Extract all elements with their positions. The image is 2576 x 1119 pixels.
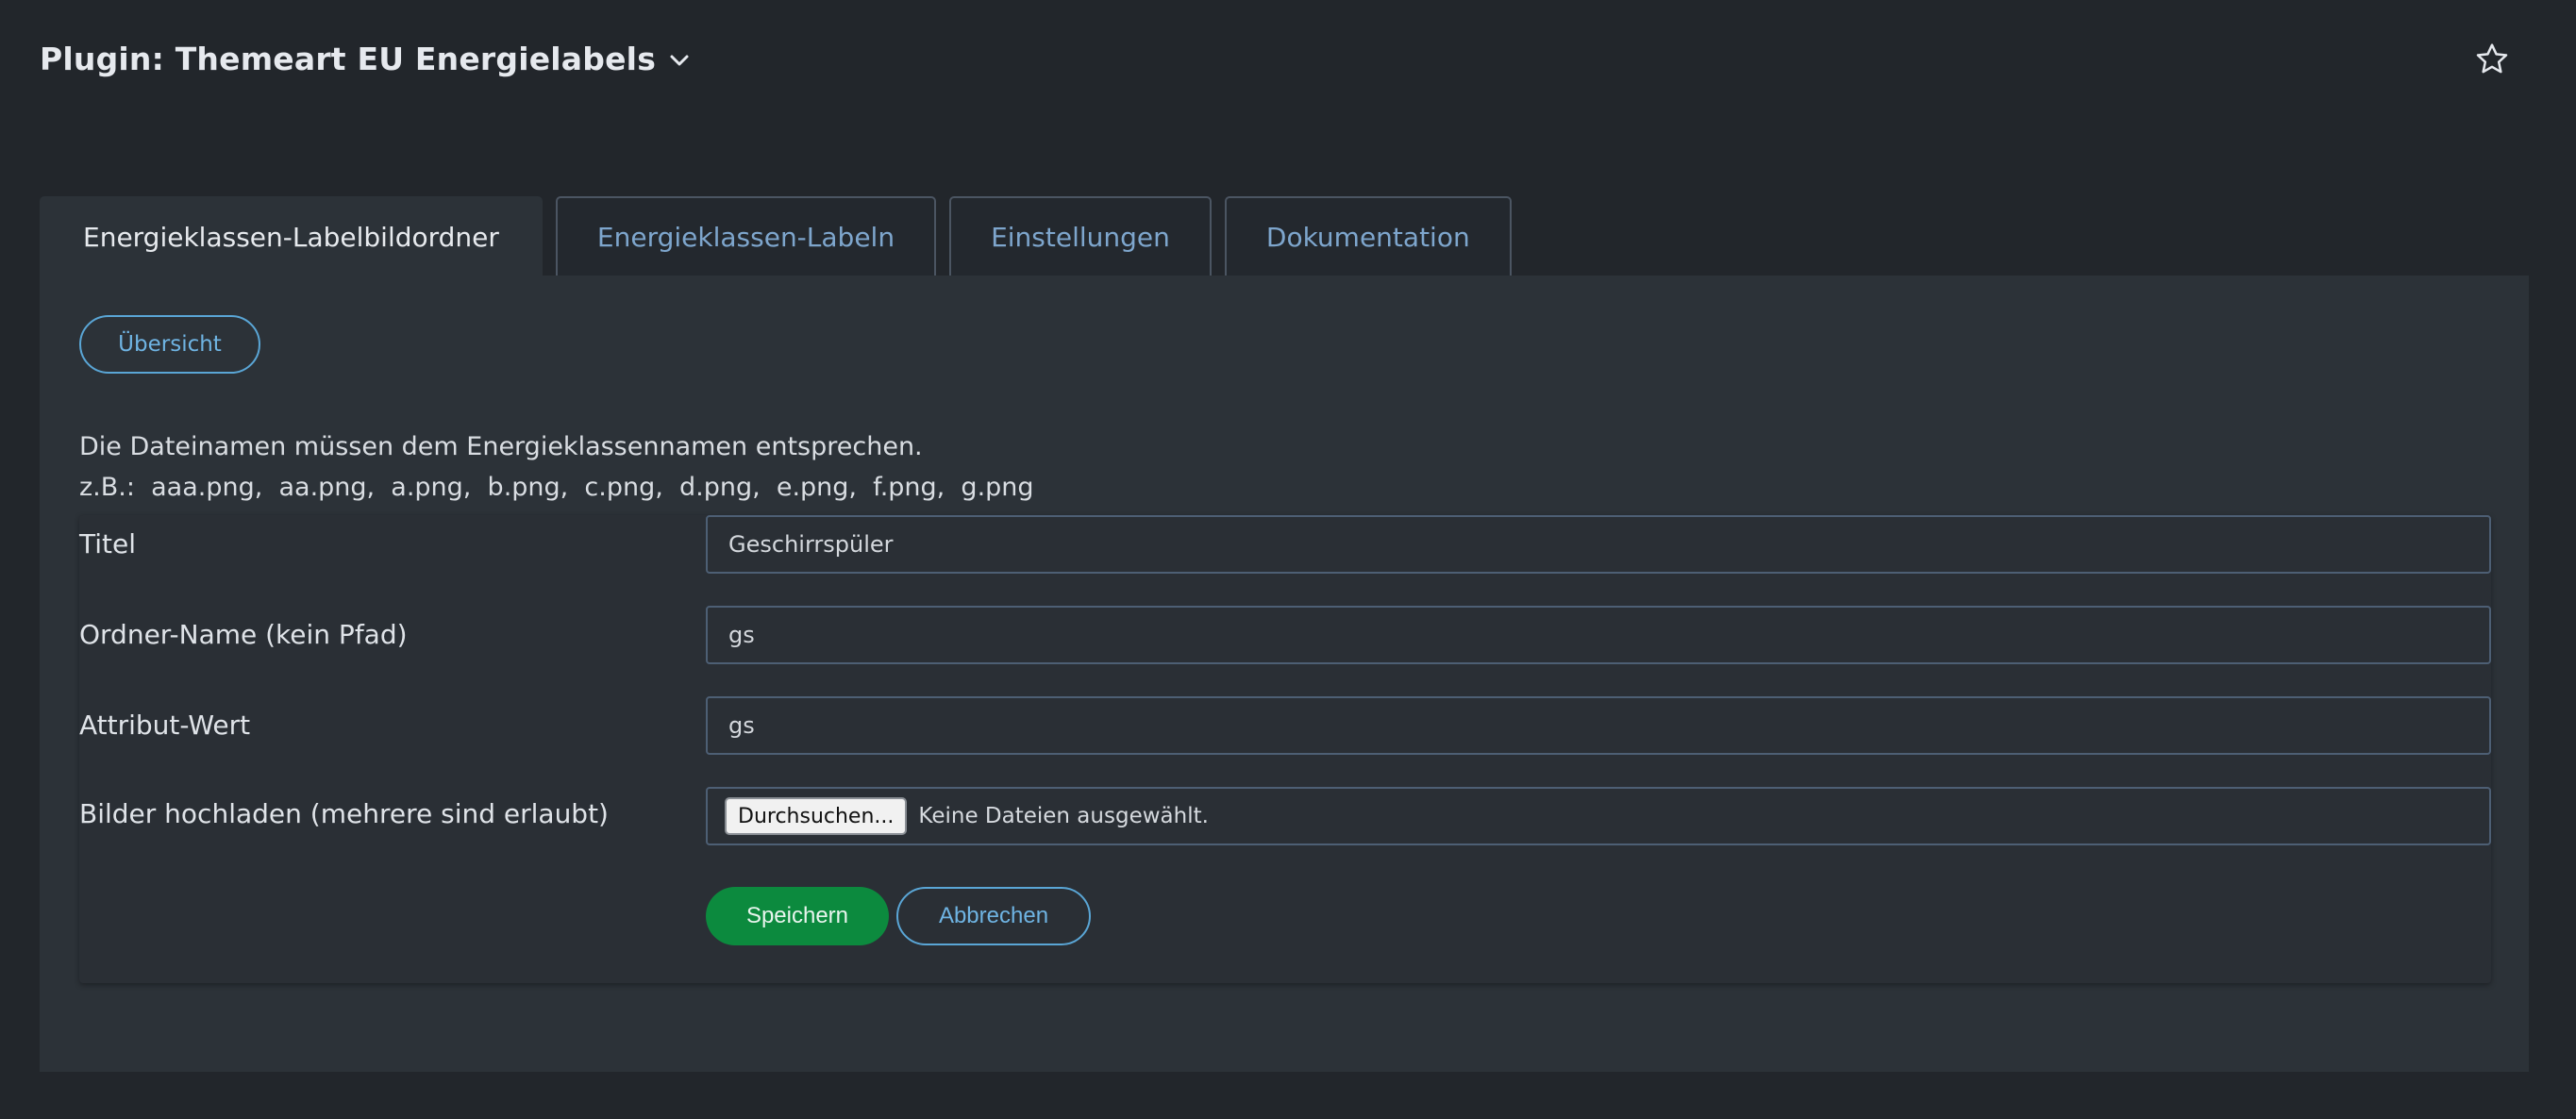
tab-dokumentation[interactable]: Dokumentation [1224, 196, 1512, 276]
attribute-value-input[interactable] [706, 696, 2491, 755]
filename-info: Die Dateinamen müssen dem Energieklassen… [79, 426, 1034, 508]
file-status-text: Keine Dateien ausgewählt. [918, 804, 1209, 828]
page-title: Plugin: Themeart EU Energielabels [40, 40, 657, 77]
info-line-2: z.B.: aaa.png, aa.png, a.png, b.png, c.p… [79, 473, 1034, 502]
upload-label: Bilder hochladen (mehrere sind erlaubt) [79, 798, 609, 829]
title-input[interactable] [706, 515, 2491, 574]
tab-energieklassen-labeln[interactable]: Energieklassen-Labeln [555, 196, 937, 276]
tab-bar: Energieklassen-Labelbildordner Energiekl… [40, 196, 1512, 276]
cancel-button[interactable]: Abbrechen [896, 887, 1091, 945]
browse-button[interactable]: Durchsuchen... [725, 797, 908, 835]
page-header: Plugin: Themeart EU Energielabels [40, 34, 2576, 83]
star-icon[interactable] [2472, 40, 2512, 79]
folder-form: Titel Ordner-Name (kein Pfad) Attribut-W… [79, 515, 2491, 983]
tab-energieklassen-labelbildordner[interactable]: Energieklassen-Labelbildordner [40, 196, 543, 276]
folder-name-label: Ordner-Name (kein Pfad) [79, 619, 408, 650]
tab-panel: Übersicht Die Dateinamen müssen dem Ener… [40, 276, 2529, 1072]
title-label: Titel [79, 528, 137, 560]
info-line-1: Die Dateinamen müssen dem Energieklassen… [79, 432, 923, 461]
tab-einstellungen[interactable]: Einstellungen [949, 196, 1212, 276]
folder-name-input[interactable] [706, 606, 2491, 664]
file-upload-field: Durchsuchen... Keine Dateien ausgewählt. [706, 787, 2491, 845]
attribute-value-label: Attribut-Wert [79, 710, 251, 741]
chevron-down-icon[interactable] [669, 54, 690, 67]
overview-button[interactable]: Übersicht [79, 315, 260, 374]
save-button[interactable]: Speichern [706, 887, 889, 945]
